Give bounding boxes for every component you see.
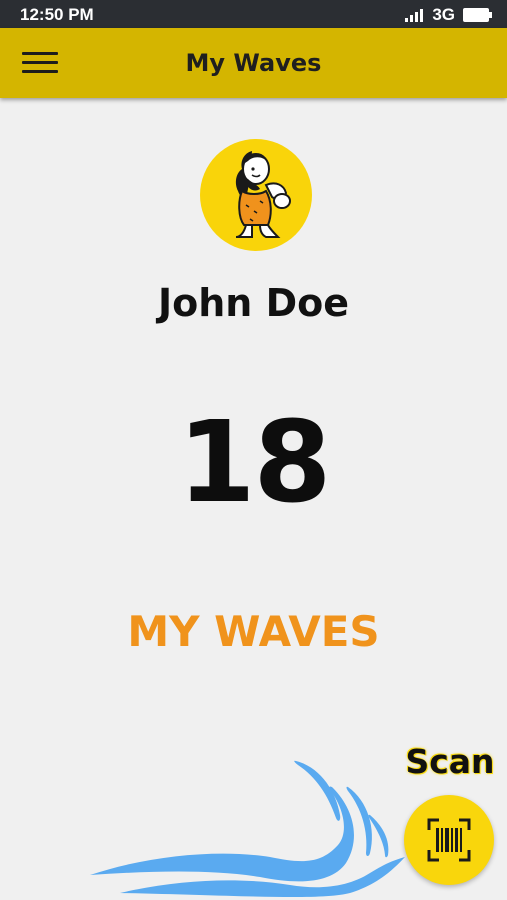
status-bar: 12:50 PM 3G <box>0 0 507 28</box>
battery-icon <box>463 8 492 22</box>
signal-icon <box>405 9 424 22</box>
scan-label: Scan <box>405 742 495 781</box>
status-indicators: 3G <box>405 6 493 24</box>
wave-splash-icon <box>90 760 405 898</box>
app-bar: My Waves <box>0 28 507 98</box>
barcode-scan-icon <box>427 818 471 862</box>
wave-count: 18 <box>177 398 332 528</box>
avatar <box>200 139 312 251</box>
scan-button[interactable] <box>404 795 494 885</box>
my-waves-label: MY WAVES <box>127 607 380 656</box>
network-type: 3G <box>432 5 455 24</box>
page-title: My Waves <box>185 49 322 77</box>
status-time: 12:50 PM <box>20 5 94 24</box>
user-name: John Doe <box>157 281 349 325</box>
caveman-mascot-icon <box>235 151 291 238</box>
